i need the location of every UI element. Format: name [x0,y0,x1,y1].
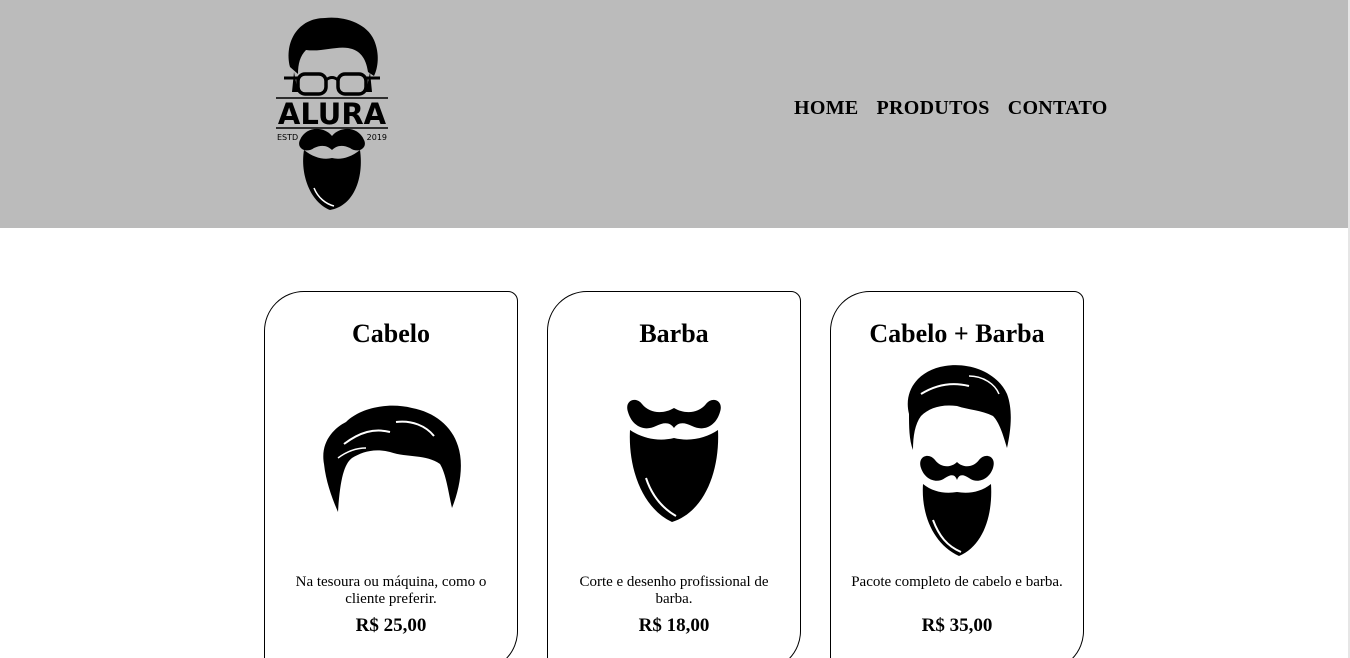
product-description: Na tesoura ou máquina, como o cliente pr… [295,574,487,607]
product-price: R$ 35,00 [921,615,993,636]
product-title: Cabelo [352,319,430,348]
product-description: Corte e desenho profissional de barba. [579,574,769,607]
product-card-cabelo: Cabelo Na tesoura ou máquina, como o cli… [264,291,518,658]
main-nav: HOME PRODUTOS CONTATO [794,97,1108,120]
product-title: Cabelo + Barba [869,319,1045,348]
product-description: Pacote completo de cabelo e barba. [851,574,1063,590]
product-card-cabelo-barba: Cabelo + Barba Pacote completo de cabelo… [830,291,1084,658]
barber-logo[interactable]: ALURA ESTD 2019 [270,12,394,212]
product-price: R$ 18,00 [638,615,710,636]
nav-produtos[interactable]: PRODUTOS [877,97,990,120]
brand-year: 2019 [367,133,387,142]
product-title: Barba [639,319,709,348]
product-card-barba: Barba Corte e desenho profissional de ba… [547,291,801,658]
hair-icon [265,402,517,520]
product-price: R$ 25,00 [355,615,427,636]
nav-home[interactable]: HOME [794,97,859,120]
site-header: ALURA ESTD 2019 HOME PRODUTOS CONTATO [0,0,1350,228]
brand-name: ALURA [278,97,387,131]
hair-and-beard-icon [831,364,1083,558]
nav-contato[interactable]: CONTATO [1008,97,1108,120]
beard-icon [548,398,800,524]
brand-estd: ESTD [277,133,298,142]
